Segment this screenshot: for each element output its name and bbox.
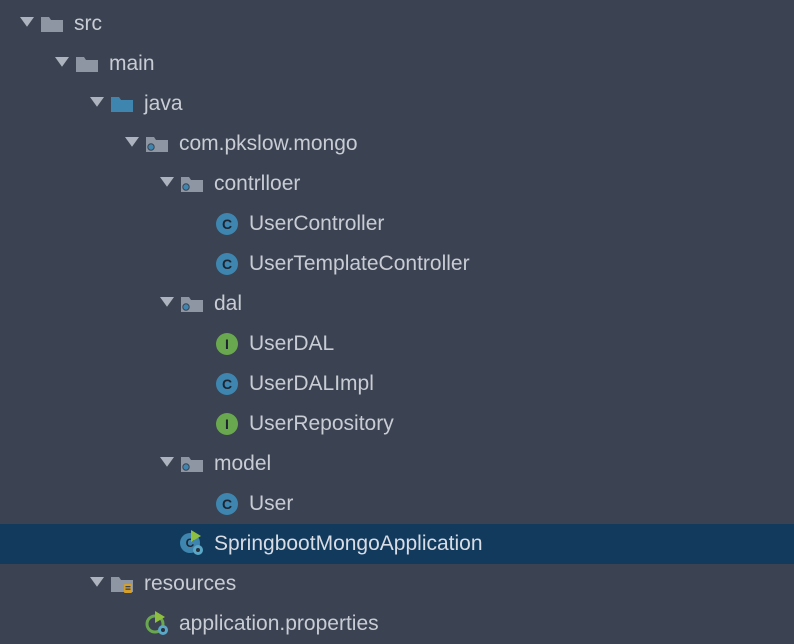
folder-gray-icon <box>75 52 99 76</box>
expand-arrow-icon[interactable] <box>90 97 104 111</box>
tree-row[interactable]: dal <box>0 284 794 324</box>
tree-item-label: User <box>249 492 293 516</box>
project-tree: srcmain java com.pkslow.mongo contrlloer C Us… <box>0 0 794 644</box>
tree-item-label: UserRepository <box>249 412 394 436</box>
package-icon <box>180 292 204 316</box>
tree-row[interactable]: resources <box>0 564 794 604</box>
tree-item-label: com.pkslow.mongo <box>179 132 358 156</box>
class-icon: C <box>215 212 239 236</box>
folder-gray-icon <box>40 12 64 36</box>
tree-item-label: src <box>74 12 102 36</box>
tree-item-label: main <box>109 52 155 76</box>
class-icon: C <box>215 492 239 516</box>
tree-row[interactable]: com.pkslow.mongo <box>0 124 794 164</box>
package-icon <box>180 452 204 476</box>
tree-row[interactable]: I UserRepository <box>0 404 794 444</box>
props-run-icon <box>145 612 169 636</box>
tree-item-label: UserDAL <box>249 332 334 356</box>
tree-item-label: SpringbootMongoApplication <box>214 532 483 556</box>
class-icon: C <box>215 372 239 396</box>
tree-row[interactable]: I UserDAL <box>0 324 794 364</box>
package-icon <box>145 132 169 156</box>
expand-arrow-icon[interactable] <box>90 577 104 591</box>
tree-item-label: application.properties <box>179 612 379 636</box>
tree-row[interactable]: C User <box>0 484 794 524</box>
expand-arrow-icon[interactable] <box>55 57 69 71</box>
tree-item-label: model <box>214 452 271 476</box>
expand-arrow-icon[interactable] <box>160 297 174 311</box>
tree-row[interactable]: model <box>0 444 794 484</box>
tree-row[interactable]: src <box>0 4 794 44</box>
tree-row[interactable]: C UserController <box>0 204 794 244</box>
tree-row[interactable]: java <box>0 84 794 124</box>
expand-arrow-icon[interactable] <box>160 457 174 471</box>
expand-arrow-icon[interactable] <box>125 137 139 151</box>
tree-item-label: resources <box>144 572 236 596</box>
folder-blue-icon <box>110 92 134 116</box>
interface-icon: I <box>215 412 239 436</box>
tree-row[interactable]: application.properties <box>0 604 794 644</box>
tree-row[interactable]: C SpringbootMongoApplication <box>0 524 794 564</box>
tree-item-label: dal <box>214 292 242 316</box>
folder-res-icon <box>110 572 134 596</box>
expand-arrow-icon[interactable] <box>20 17 34 31</box>
tree-row[interactable]: C UserTemplateController <box>0 244 794 284</box>
class-icon: C <box>215 252 239 276</box>
tree-item-label: UserController <box>249 212 384 236</box>
tree-row[interactable]: contrlloer <box>0 164 794 204</box>
tree-item-label: UserDALImpl <box>249 372 374 396</box>
tree-row[interactable]: main <box>0 44 794 84</box>
class-run-icon: C <box>180 532 204 556</box>
tree-row[interactable]: C UserDALImpl <box>0 364 794 404</box>
tree-item-label: contrlloer <box>214 172 300 196</box>
interface-icon: I <box>215 332 239 356</box>
tree-item-label: java <box>144 92 183 116</box>
expand-arrow-icon[interactable] <box>160 177 174 191</box>
tree-item-label: UserTemplateController <box>249 252 470 276</box>
package-icon <box>180 172 204 196</box>
